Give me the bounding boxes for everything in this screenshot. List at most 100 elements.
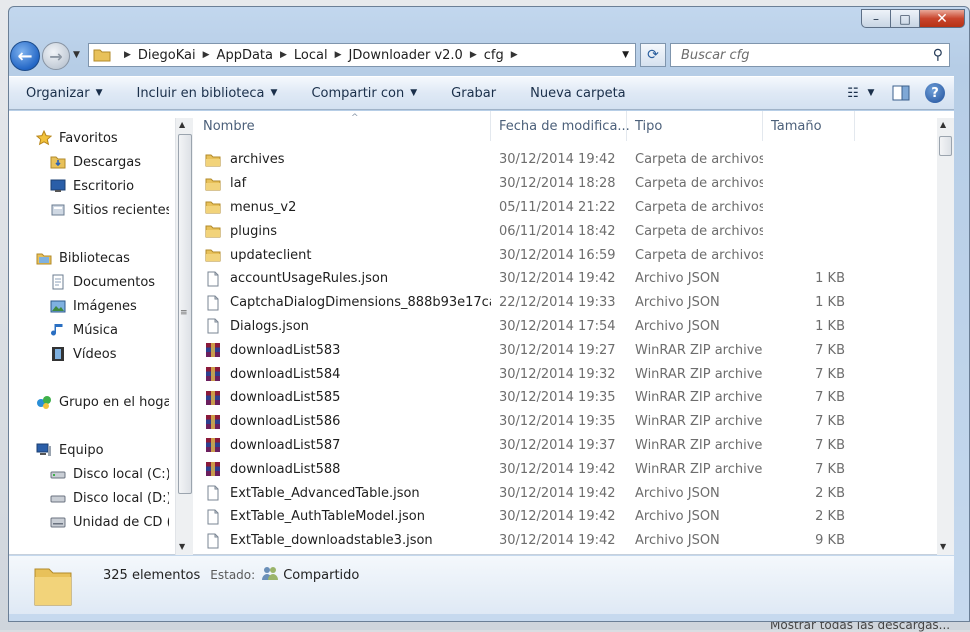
breadcrumb-item-diegokai[interactable]: DiegoKai xyxy=(138,48,196,63)
file-name-cell[interactable]: Dialogs.json xyxy=(195,318,491,334)
scroll-up-arrow-icon[interactable]: ▲ xyxy=(179,120,185,129)
table-row[interactable]: plugins 06/11/2014 18:42 Carpeta de archiv… xyxy=(195,219,935,243)
column-date[interactable]: Fecha de modifica... xyxy=(491,111,630,141)
search-input[interactable] xyxy=(679,46,919,64)
file-name: Dialogs.json xyxy=(230,318,309,334)
table-row[interactable]: downloadList586 30/12/2014 19:35 WinRAR ZI… xyxy=(195,410,935,434)
sidebar-item-disk-d[interactable]: Disco local (D:) xyxy=(49,487,169,509)
file-name-cell[interactable]: downloadList585 xyxy=(195,390,491,406)
back-button[interactable]: ← xyxy=(10,41,40,71)
search-icon[interactable]: ⚲ xyxy=(933,47,943,63)
breadcrumb-item-jdownloader[interactable]: JDownloader v2.0 xyxy=(349,48,463,63)
table-row[interactable]: CaptchaDialogDimensions_888b93e17ca... 22… xyxy=(195,291,935,315)
minimize-button[interactable]: – xyxy=(861,9,890,28)
table-row[interactable]: downloadList588 30/12/2014 19:42 WinRAR ZI… xyxy=(195,457,935,481)
file-name-cell[interactable]: ExtTable_AuthTableModel.json xyxy=(195,509,491,525)
address-bar[interactable]: ▶ DiegoKai ▶ AppData ▶ Local ▶ JDownload… xyxy=(88,43,636,67)
breadcrumb-separator-icon[interactable]: ▶ xyxy=(470,50,477,60)
recent-pages-dropdown-icon[interactable]: ▼ xyxy=(73,50,80,60)
file-name-cell[interactable]: menus_v2 xyxy=(195,199,491,215)
column-name[interactable]: Nombre xyxy=(195,111,491,141)
table-row[interactable]: downloadList585 30/12/2014 19:35 WinRAR ZI… xyxy=(195,386,935,410)
column-size[interactable]: Tamaño xyxy=(763,111,855,141)
breadcrumb-item-local[interactable]: Local xyxy=(294,48,328,63)
file-name-cell[interactable]: downloadList584 xyxy=(195,366,491,382)
sidebar-item-homegroup[interactable]: Grupo en el hogar xyxy=(35,391,169,413)
forward-button[interactable]: → xyxy=(42,42,70,70)
table-row[interactable]: menus_v2 05/11/2014 21:22 Carpeta de archi… xyxy=(195,196,935,220)
preview-pane-icon[interactable] xyxy=(890,83,912,103)
scroll-up-arrow-icon[interactable]: ▲ xyxy=(940,120,946,129)
breadcrumb-separator-icon[interactable]: ▶ xyxy=(280,50,287,60)
file-date: 30/12/2014 19:35 xyxy=(499,414,616,430)
sidebar-item-label: Documentos xyxy=(73,274,156,290)
file-name-cell[interactable]: laf xyxy=(195,176,491,192)
table-row[interactable]: downloadList584 30/12/2014 19:32 WinRAR ZI… xyxy=(195,362,935,386)
file-name-cell[interactable]: archives xyxy=(195,152,491,168)
file-size: 9 KB xyxy=(815,533,845,549)
scrollbar-thumb[interactable] xyxy=(939,136,952,156)
file-name-cell[interactable]: accountUsageRules.json xyxy=(195,271,491,287)
sidebar-item-music[interactable]: Música xyxy=(49,319,118,341)
include-label: Incluir en biblioteca xyxy=(136,85,265,101)
sidebar-item-recent[interactable]: Sitios recientes xyxy=(49,199,169,221)
sidebar-item-computer[interactable]: Equipo xyxy=(35,439,104,461)
file-name-cell[interactable]: downloadList586 xyxy=(195,414,491,430)
sidebar-item-downloads[interactable]: Descargas xyxy=(49,151,141,173)
breadcrumb-item-cfg[interactable]: cfg xyxy=(484,48,504,63)
navigation-scrollbar[interactable]: ▲ ≡ ▼ xyxy=(175,118,193,555)
help-button[interactable]: ? xyxy=(924,83,946,103)
breadcrumb-separator-icon[interactable]: ▶ xyxy=(203,50,210,60)
table-row[interactable]: ExtTable_AuthTableModel.json 30/12/2014 1… xyxy=(195,505,935,529)
new-folder-button[interactable]: Nueva carpeta xyxy=(513,86,643,101)
table-row[interactable]: laf 30/12/2014 18:28 Carpeta de archivos xyxy=(195,172,935,196)
sidebar-item-videos[interactable]: Vídeos xyxy=(49,343,116,365)
refresh-button[interactable]: ⟳ xyxy=(640,43,666,67)
file-list-scrollbar[interactable]: ▲ ▼ xyxy=(937,118,954,555)
table-row[interactable]: ExtTable_downloadstable3.json 30/12/2014 … xyxy=(195,529,935,553)
file-type: WinRAR ZIP archive xyxy=(635,366,763,382)
file-name-cell[interactable]: plugins xyxy=(195,223,491,239)
breadcrumb-separator-icon[interactable]: ▶ xyxy=(124,50,131,60)
burn-button[interactable]: Grabar xyxy=(434,86,513,101)
include-in-library-menu[interactable]: Incluir en biblioteca ▼ xyxy=(119,86,294,101)
table-row[interactable]: accountUsageRules.json 30/12/2014 19:42 Ar… xyxy=(195,267,935,291)
sidebar-item-favorites[interactable]: Favoritos xyxy=(35,127,118,149)
breadcrumb-separator-icon[interactable]: ▶ xyxy=(335,50,342,60)
file-name-cell[interactable]: ExtTable_AdvancedTable.json xyxy=(195,485,491,501)
sidebar-item-cd-drive[interactable]: Unidad de CD (E: xyxy=(49,511,169,533)
scroll-down-arrow-icon[interactable]: ▼ xyxy=(940,542,946,551)
address-dropdown-icon[interactable]: ▼ xyxy=(622,50,629,60)
view-dropdown-icon[interactable]: ▼ xyxy=(864,83,878,103)
breadcrumb-separator-icon[interactable]: ▶ xyxy=(511,50,518,60)
table-row[interactable]: downloadList587 30/12/2014 19:37 WinRAR ZI… xyxy=(195,434,935,458)
sidebar-item-desktop[interactable]: Escritorio xyxy=(49,175,134,197)
table-row[interactable]: ExtTable_AdvancedTable.json 30/12/2014 19… xyxy=(195,481,935,505)
sidebar-item-images[interactable]: Imágenes xyxy=(49,295,137,317)
file-name-cell[interactable]: downloadList588 xyxy=(195,461,491,477)
hard-drive-icon xyxy=(49,490,67,506)
maximize-button[interactable]: □ xyxy=(890,9,919,28)
file-name-cell[interactable]: updateclient xyxy=(195,247,491,263)
column-type[interactable]: Tipo xyxy=(627,111,763,141)
breadcrumb-item-appdata[interactable]: AppData xyxy=(217,48,273,63)
file-name-cell[interactable]: downloadList587 xyxy=(195,437,491,453)
sidebar-item-disk-c[interactable]: Disco local (C:) xyxy=(49,463,169,485)
share-with-menu[interactable]: Compartir con ▼ xyxy=(294,86,434,101)
table-row[interactable]: archives 30/12/2014 19:42 Carpeta de archi… xyxy=(195,148,935,172)
file-name-cell[interactable]: downloadList583 xyxy=(195,342,491,358)
table-row[interactable]: updateclient 30/12/2014 16:59 Carpeta de a… xyxy=(195,243,935,267)
sidebar-item-documents[interactable]: Documentos xyxy=(49,271,155,293)
close-button[interactable]: ✕ xyxy=(919,9,965,28)
file-name-cell[interactable]: CaptchaDialogDimensions_888b93e17ca... xyxy=(195,295,491,311)
scroll-down-arrow-icon[interactable]: ▼ xyxy=(179,542,185,551)
sidebar-item-libraries[interactable]: Bibliotecas xyxy=(35,247,130,269)
organize-menu[interactable]: Organizar ▼ xyxy=(9,86,119,101)
table-row[interactable]: downloadList583 30/12/2014 19:27 WinRAR ZI… xyxy=(195,338,935,362)
folder-icon xyxy=(205,199,221,215)
change-view-icon[interactable]: ☷ xyxy=(842,83,864,103)
search-box[interactable]: ⚲ xyxy=(670,43,950,67)
file-name-cell[interactable]: ExtTable_downloadstable3.json xyxy=(195,533,491,549)
table-row[interactable]: Dialogs.json 30/12/2014 17:54 Archivo JSON… xyxy=(195,315,935,339)
homegroup-icon xyxy=(35,394,53,410)
